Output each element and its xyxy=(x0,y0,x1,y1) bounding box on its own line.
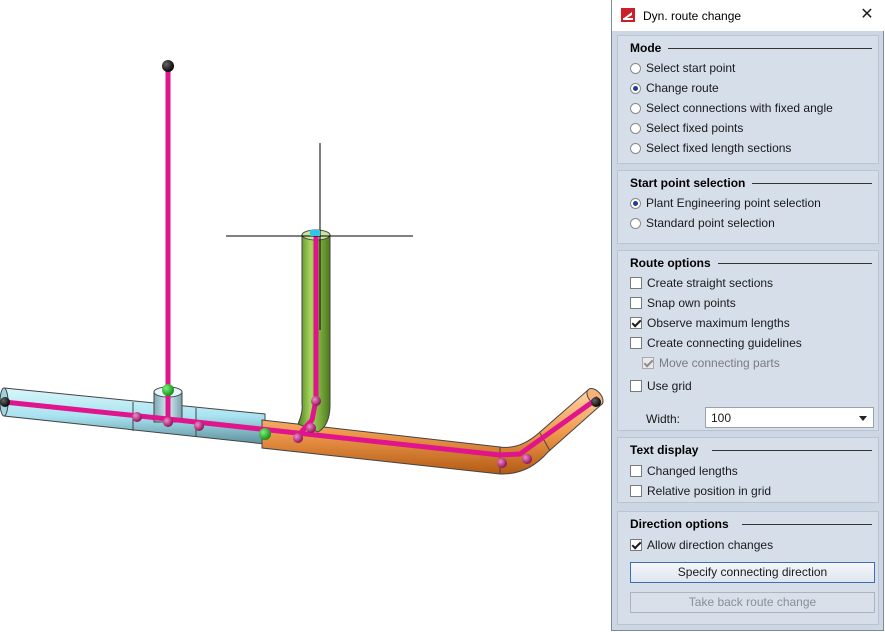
radio-button[interactable] xyxy=(630,217,641,229)
radio-button-selected[interactable] xyxy=(630,197,641,209)
checkbox[interactable] xyxy=(630,485,642,497)
group-divider xyxy=(712,450,872,451)
route-point xyxy=(311,396,321,406)
checkbox-checked[interactable] xyxy=(630,539,642,551)
radio-button[interactable] xyxy=(630,142,641,154)
relative-position-checkbox[interactable]: Relative position in grid xyxy=(630,482,771,500)
create-straight-sections-checkbox[interactable]: Create straight sections xyxy=(630,274,773,292)
route-point-start xyxy=(259,428,271,440)
mode-option-select-start-point[interactable]: Select start point xyxy=(630,59,735,77)
checkbox-checked[interactable] xyxy=(630,317,642,329)
checkbox[interactable] xyxy=(630,277,642,289)
group-divider xyxy=(668,48,872,49)
mode-option-fixed-length[interactable]: Select fixed length sections xyxy=(630,139,791,157)
checkbox[interactable] xyxy=(630,380,642,392)
start-point-standard[interactable]: Standard point selection xyxy=(630,214,775,232)
mode-option-change-route[interactable]: Change route xyxy=(630,79,719,97)
route-point xyxy=(306,423,316,433)
take-back-route-change-button[interactable]: Take back route change xyxy=(630,592,875,613)
observe-max-lengths-checkbox[interactable]: Observe maximum lengths xyxy=(630,314,790,332)
mode-heading: Mode xyxy=(630,41,662,55)
group-divider xyxy=(718,263,872,264)
route-point xyxy=(497,458,507,468)
dialog-title: Dyn. route change xyxy=(643,9,742,23)
route-point xyxy=(293,433,303,443)
snap-own-points-checkbox[interactable]: Snap own points xyxy=(630,294,736,312)
dialog-titlebar[interactable]: Dyn. route change ✕ xyxy=(612,0,884,31)
route-point xyxy=(194,421,204,431)
radio-button-selected[interactable] xyxy=(630,82,641,94)
move-connecting-parts-checkbox: Move connecting parts xyxy=(642,354,780,372)
route-change-dialog: Dyn. route change ✕ Mode Select start po… xyxy=(611,0,884,631)
checkbox[interactable] xyxy=(630,297,642,309)
width-label: Width: xyxy=(646,412,681,426)
checkbox[interactable] xyxy=(630,337,642,349)
route-point xyxy=(0,397,10,407)
route-point xyxy=(132,412,142,422)
route-point-start xyxy=(162,384,174,396)
direction-options-group: Direction options Allow direction change… xyxy=(617,511,879,625)
mode-group: Mode Select start point Change route Sel… xyxy=(617,35,879,164)
mode-option-fixed-angle[interactable]: Select connections with fixed angle xyxy=(630,99,833,117)
route-point xyxy=(591,397,601,407)
changed-lengths-checkbox[interactable]: Changed lengths xyxy=(630,462,738,480)
route-options-group: Route options Create straight sections S… xyxy=(617,250,879,431)
start-point-plant-engineering[interactable]: Plant Engineering point selection xyxy=(630,194,821,212)
group-divider xyxy=(752,183,872,184)
connecting-guidelines-checkbox[interactable]: Create connecting guidelines xyxy=(630,334,802,352)
route-options-heading: Route options xyxy=(630,256,711,270)
radio-button[interactable] xyxy=(630,102,641,114)
route-point xyxy=(162,60,174,72)
close-icon[interactable]: ✕ xyxy=(858,6,876,24)
width-select[interactable]: 100 xyxy=(705,407,874,428)
start-point-heading: Start point selection xyxy=(630,176,746,190)
use-grid-checkbox[interactable]: Use grid xyxy=(630,377,692,395)
cursor-marker xyxy=(310,230,320,236)
route-point xyxy=(163,417,173,427)
3d-viewport[interactable] xyxy=(0,0,611,632)
specify-connecting-direction-button[interactable]: Specify connecting direction xyxy=(630,562,875,583)
radio-button[interactable] xyxy=(630,62,641,74)
direction-options-heading: Direction options xyxy=(630,517,729,531)
checkbox[interactable] xyxy=(630,465,642,477)
allow-direction-changes-checkbox[interactable]: Allow direction changes xyxy=(630,536,773,554)
start-point-group: Start point selection Plant Engineering … xyxy=(617,170,879,244)
group-divider xyxy=(742,524,872,525)
checkbox-disabled-checked xyxy=(642,357,654,369)
route-point xyxy=(522,454,532,464)
mode-option-fixed-points[interactable]: Select fixed points xyxy=(630,119,743,137)
width-value: 100 xyxy=(711,411,732,425)
radio-button[interactable] xyxy=(630,122,641,134)
text-display-heading: Text display xyxy=(630,443,699,457)
chevron-down-icon[interactable] xyxy=(859,416,867,421)
crosshair-cursor xyxy=(226,143,413,330)
text-display-group: Text display Changed lengths Relative po… xyxy=(617,437,879,503)
app-logo-icon xyxy=(621,8,635,22)
